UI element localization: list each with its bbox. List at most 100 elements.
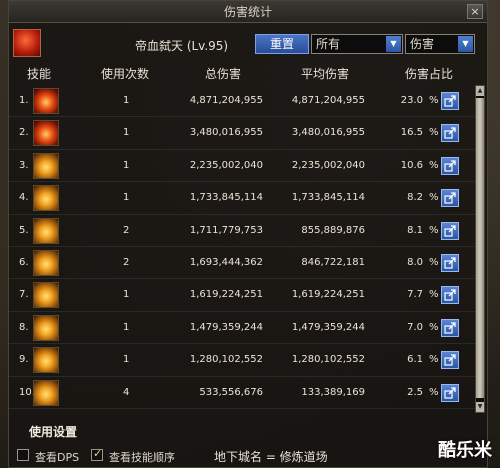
strike-skill-icon[interactable] [33,282,59,309]
pillar-skill-icon[interactable] [33,314,59,341]
table-row[interactable]: 4. 1 1,733,845,114 1,733,845,114 8.2 % [9,182,479,215]
row-pct-unit: % [429,386,439,398]
export-button[interactable] [441,221,459,240]
chevron-down-icon: ▼ [458,36,473,52]
type-select-value: 伤害 [410,37,435,51]
row-total: 4,871,204,955 [189,95,263,106]
header-avg: 平均伤害 [301,67,350,81]
row-index: 2. [19,127,29,139]
view-dps-label: 查看DPS [35,451,80,464]
header-total: 总伤害 [205,67,242,81]
row-avg: 1,479,359,244 [291,321,365,333]
export-button[interactable] [441,351,459,370]
row-total: 1,711,779,753 [189,224,263,236]
row-avg: 1,733,845,114 [291,192,365,204]
reset-button[interactable]: 重置 [255,34,309,54]
export-button[interactable] [441,253,459,272]
row-total: 2,235,002,040 [189,159,263,171]
share-icon [444,322,456,334]
flame-wave-skill-icon[interactable] [33,347,59,374]
scroll-thumb[interactable] [476,98,484,398]
row-pct: 10.6 [400,159,423,171]
row-index: 5. [19,224,29,236]
row-pct: 16.5 [400,127,423,139]
table-row[interactable]: 6. 2 1,693,444,362 846,722,181 8.0 % [9,247,479,280]
row-index: 8. [19,321,29,333]
row-count: 1 [123,95,130,106]
row-count: 1 [123,192,130,204]
row-pct: 8.1 [407,224,423,236]
share-icon [444,192,456,204]
toolbar: 帝血弑天 (Lv.95) 重置 所有 ▼ 伤害 ▼ [9,23,487,63]
row-pct-unit: % [429,354,439,366]
table-row[interactable]: 8. 1 1,479,359,244 1,479,359,244 7.0 % [9,312,479,345]
row-count: 1 [123,321,130,333]
window-title: 伤害统计 [223,5,272,19]
row-index: 9. [19,354,29,366]
settings-heading[interactable]: 使用设置 [29,423,77,440]
table-row[interactable]: 2. 1 3,480,016,955 3,480,016,955 16.5 % [9,117,479,150]
share-icon [444,160,456,172]
row-total: 533,556,676 [199,386,263,398]
skill-order-label: 查看技能顺序 [109,451,175,464]
row-index: 7. [19,289,29,301]
window-titlebar[interactable]: 伤害统计 × [9,1,487,23]
row-total: 1,693,444,362 [189,256,263,268]
header-count: 使用次数 [101,67,150,81]
row-total: 1,280,102,552 [189,354,263,366]
row-pct-unit: % [429,321,439,333]
fire-slash-skill-icon[interactable] [33,88,59,114]
row-total: 3,480,016,955 [189,127,263,139]
fire-burst-skill-icon[interactable] [33,120,59,147]
chevron-down-icon: ▼ [386,36,401,52]
starburst-skill-icon[interactable] [33,185,59,212]
row-pct: 8.0 [407,256,423,268]
table-row[interactable]: 10. 4 533,556,676 133,389,169 2.5 % [9,377,479,409]
row-count: 2 [123,256,130,268]
row-avg: 855,889,876 [301,224,365,236]
table-row[interactable]: 9. 1 1,280,102,552 1,280,102,552 6.1 % [9,344,479,377]
export-button[interactable] [441,189,459,208]
row-pct-unit: % [429,256,439,268]
filter-select[interactable]: 所有 ▼ [311,34,403,54]
view-dps-checkbox[interactable] [17,449,29,461]
row-pct: 7.0 [407,321,423,333]
export-button[interactable] [441,92,459,110]
row-count: 1 [123,159,130,171]
table-row[interactable]: 1. 1 4,871,204,955 4,871,204,955 23.0 % [9,85,479,118]
nova-skill-icon[interactable] [33,249,59,276]
row-pct: 23.0 [400,95,423,106]
lightning-skill-icon[interactable] [33,217,59,244]
row-pct: 2.5 [407,386,423,398]
watermark-logo: 酷乐米 [438,440,492,461]
row-index: 6. [19,256,29,268]
damage-stats-window: 伤害统计 × 帝血弑天 (Lv.95) 重置 所有 ▼ 伤害 ▼ 技能 使用次数… [8,0,488,468]
skill-order-checkbox[interactable] [91,447,103,461]
table-row[interactable]: 3. 1 2,235,002,040 2,235,002,040 10.6 % [9,150,479,183]
type-select[interactable]: 伤害 ▼ [405,34,475,54]
scroll-up-arrow-icon[interactable]: ▲ [476,86,484,96]
export-button[interactable] [441,124,459,143]
row-avg: 1,619,224,251 [291,289,365,301]
share-icon [444,289,456,301]
explosion-skill-icon[interactable] [33,152,59,179]
share-icon [444,127,456,139]
row-avg: 846,722,181 [301,256,365,268]
close-button[interactable]: × [467,4,483,19]
export-button[interactable] [441,286,459,305]
filter-select-value: 所有 [316,37,341,51]
share-icon [444,257,456,269]
dash-skill-icon[interactable] [33,379,59,406]
table-row[interactable]: 7. 1 1,619,224,251 1,619,224,251 7.7 % [9,279,479,312]
row-pct-unit: % [429,192,439,204]
export-button[interactable] [441,383,459,402]
table-row[interactable]: 5. 2 1,711,779,753 855,889,876 8.1 % [9,215,479,247]
row-total: 1,619,224,251 [189,289,263,301]
row-pct-unit: % [429,289,439,301]
row-pct-unit: % [429,95,439,106]
row-avg: 3,480,016,955 [291,127,365,139]
export-button[interactable] [441,156,459,175]
scroll-down-arrow-icon[interactable]: ▼ [476,402,484,412]
export-button[interactable] [441,318,459,337]
table-scrollbar[interactable]: ▲ ▼ [475,85,485,413]
